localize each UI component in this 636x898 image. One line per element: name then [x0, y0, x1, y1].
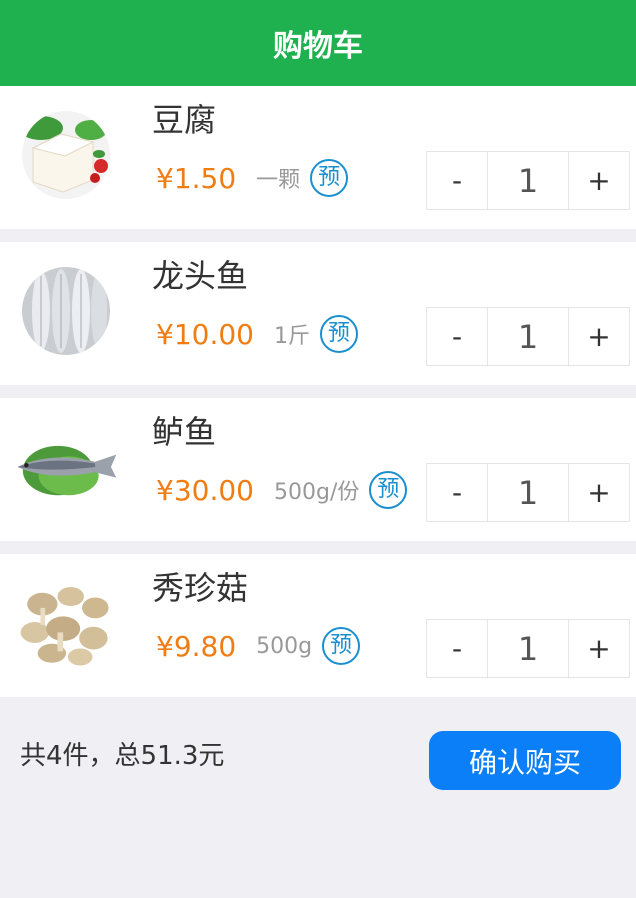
decrease-button[interactable]: - — [427, 308, 487, 365]
oyster-mushroom-image — [14, 577, 118, 669]
increase-button[interactable]: + — [569, 152, 629, 209]
price-line: ¥1.50 一颗 预 — [156, 158, 349, 198]
page-title: 购物车 — [273, 29, 363, 64]
price-line: ¥9.80 500g 预 — [156, 626, 361, 666]
bombay-duck-fish-image — [14, 265, 118, 357]
decrease-button[interactable]: - — [427, 464, 487, 521]
confirm-purchase-button[interactable]: 确认购买 — [429, 731, 621, 790]
quantity-stepper: - 1 + — [426, 151, 630, 210]
preorder-badge: 预 — [369, 471, 408, 509]
item-unit: 500g/份 — [273, 480, 360, 505]
price-line: ¥10.00 1斤 预 — [156, 314, 358, 354]
item-price: ¥10.00 — [156, 317, 254, 351]
order-summary: 共4件，总51.3元 — [20, 741, 225, 771]
item-name: 豆腐 — [152, 101, 217, 139]
quantity-value[interactable]: 1 — [487, 464, 569, 521]
item-unit: 1斤 — [273, 324, 310, 349]
item-price: ¥30.00 — [156, 473, 254, 507]
item-name: 秀珍菇 — [152, 569, 249, 607]
sea-bass-image — [14, 421, 118, 513]
preorder-badge: 预 — [319, 315, 358, 353]
cart-item: 豆腐 ¥1.50 一颗 预 - 1 + — [0, 86, 636, 229]
quantity-value[interactable]: 1 — [487, 308, 569, 365]
increase-button[interactable]: + — [569, 464, 629, 521]
increase-button[interactable]: + — [569, 620, 629, 677]
cart-item: 鲈鱼 ¥30.00 500g/份 预 - 1 + — [0, 398, 636, 541]
item-name: 龙头鱼 — [152, 257, 249, 295]
cart-item: 龙头鱼 ¥10.00 1斤 预 - 1 + — [0, 242, 636, 385]
preorder-badge: 预 — [310, 159, 349, 197]
quantity-stepper: - 1 + — [426, 463, 630, 522]
item-name: 鲈鱼 — [152, 413, 217, 451]
increase-button[interactable]: + — [569, 308, 629, 365]
quantity-value[interactable]: 1 — [487, 152, 569, 209]
quantity-value[interactable]: 1 — [487, 620, 569, 677]
item-unit: 500g — [256, 633, 313, 659]
tofu-image — [14, 109, 118, 201]
quantity-stepper: - 1 + — [426, 307, 630, 366]
item-price: ¥1.50 — [156, 161, 237, 195]
cart-item: 秀珍菇 ¥9.80 500g 预 - 1 + — [0, 554, 636, 697]
quantity-stepper: - 1 + — [426, 619, 630, 678]
decrease-button[interactable]: - — [427, 620, 487, 677]
price-line: ¥30.00 500g/份 预 — [156, 470, 408, 510]
preorder-badge: 预 — [322, 627, 361, 665]
decrease-button[interactable]: - — [427, 152, 487, 209]
app-header: 购物车 — [0, 0, 636, 86]
item-price: ¥9.80 — [156, 629, 237, 663]
item-unit: 一颗 — [256, 168, 301, 193]
